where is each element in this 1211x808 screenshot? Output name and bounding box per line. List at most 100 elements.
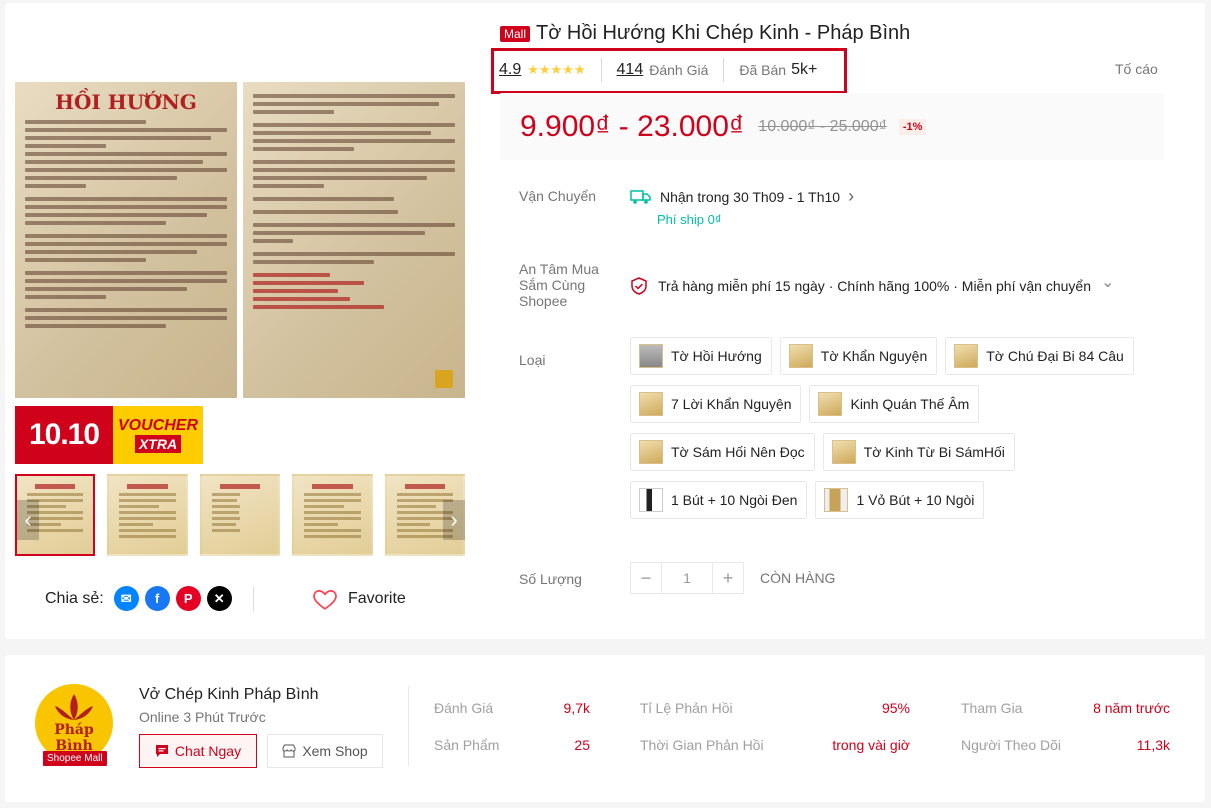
store-icon (282, 744, 296, 758)
variant-option[interactable]: Tờ Chú Đại Bi 84 Câu (945, 337, 1134, 375)
star-rating-icon: ★★★★★ (527, 62, 586, 77)
product-title: Tờ Hồi Hướng Khi Chép Kinh - Pháp Bình (536, 22, 911, 44)
variant-option-label: 1 Vỏ Bút + 10 Ngòi (856, 492, 975, 508)
promo-date: 10.10 (15, 406, 113, 464)
divider (723, 58, 725, 82)
shop-online-status: Online 3 Phút Trước (139, 709, 266, 725)
variant-option-label: Tờ Khẩn Nguyện (820, 348, 928, 364)
view-shop-button[interactable]: Xem Shop (267, 734, 383, 768)
variant-thumbnail (831, 440, 856, 464)
stock-status: CÒN HÀNG (760, 570, 836, 586)
variant-option-label: Tờ Kinh Từ Bi SámHối (863, 444, 1005, 460)
chat-now-button[interactable]: Chat Ngay (139, 734, 257, 768)
variant-option-label: Kinh Quán Thế Âm (850, 396, 970, 412)
rating-summary: 4.9 ★★★★★ 414 Đánh Giá Đã Bán 5k+ (499, 57, 817, 83)
chat-now-label: Chat Ngay (174, 743, 242, 759)
promo-xtra-text: XTRA (134, 435, 182, 453)
variant-label: Loại (519, 352, 546, 368)
mall-badge: Mall (500, 25, 531, 42)
variant-option-label: Tờ Chú Đại Bi 84 Câu (986, 348, 1124, 364)
sold-label: Đã Bán (739, 62, 787, 78)
variant-option[interactable]: Tờ Kinh Từ Bi SámHối (822, 433, 1015, 471)
truck-icon (630, 189, 651, 204)
variant-thumbnail (639, 344, 663, 368)
variant-option-label: 1 Bút + 10 Ngòi Đen (671, 492, 798, 508)
assurance-label: An Tâm Mua Sắm Cùng Shopee (519, 261, 599, 309)
shop-rating-value: 9,7k (563, 700, 590, 716)
variant-thumbnail (639, 392, 663, 416)
lotus-icon (55, 694, 93, 720)
shop-products-value[interactable]: 25 (530, 737, 590, 753)
original-price: 10.000₫ - 25.000₫ (758, 117, 887, 135)
quantity-stepper: − 1 + CÒN HÀNG (630, 562, 835, 594)
variant-option[interactable]: Tờ Khẩn Nguyện (779, 337, 938, 375)
shop-card (5, 655, 1205, 802)
thumbnail-prev-button[interactable]: ‹ (17, 500, 39, 540)
variant-thumbnail (639, 488, 663, 512)
main-image-title: HỒI HƯỚNG (55, 90, 197, 114)
response-rate-label: Tỉ Lệ Phản Hồi (640, 700, 733, 716)
thumbnail-4[interactable] (292, 474, 373, 556)
joined-label: Tham Gia (961, 700, 1023, 716)
favorite-button[interactable]: Favorite (312, 586, 406, 612)
variant-option[interactable]: Kinh Quán Thế Âm (809, 385, 980, 423)
shipping-label: Vận Chuyển (519, 188, 597, 204)
price-range: 9.900₫ - 23.000₫ (520, 109, 745, 143)
delivery-estimate: Nhận trong 30 Th09 - 1 Th10 (660, 188, 841, 205)
discount-badge: -1% (898, 118, 927, 135)
main-image-page-left: HỒI HƯỚNG (15, 82, 237, 398)
shopee-mall-tag: Shopee Mall (43, 751, 107, 766)
x-twitter-icon[interactable]: ✕ (206, 586, 232, 611)
shop-name[interactable]: Vở Chép Kinh Pháp Bình (139, 686, 319, 704)
thumbnail-next-button[interactable]: › (443, 500, 465, 540)
shipping-info[interactable]: Nhận trong 30 Th09 - 1 Th10 › (630, 186, 854, 207)
share-row: Chia sẻ: ✉ f P ✕ (45, 586, 232, 611)
thumbnail-3[interactable] (199, 474, 281, 556)
response-time-label: Thời Gian Phản Hồi (640, 737, 764, 753)
joined-value: 8 năm trước (1093, 700, 1170, 716)
chat-icon (155, 745, 168, 757)
sold-count: 5k+ (791, 61, 818, 78)
variant-option[interactable]: Tờ Sám Hối Nên Đọc (630, 433, 815, 471)
variant-thumbnail (788, 344, 813, 368)
quantity-increase-button[interactable]: + (712, 562, 744, 594)
favorite-label: Favorite (348, 590, 406, 607)
product-title-row: Mall Tờ Hồi Hướng Khi Chép Kinh - Pháp B… (500, 22, 910, 45)
messenger-icon[interactable]: ✉ (113, 586, 139, 611)
chevron-down-icon: ⌄ (1100, 274, 1115, 291)
shop-products-label: Sản Phẩm (434, 737, 500, 753)
quantity-decrease-button[interactable]: − (630, 562, 662, 594)
chevron-right-icon: › (848, 186, 855, 206)
voucher-xtra-banner[interactable]: 10.10 VOUCHER XTRA (15, 406, 203, 464)
view-shop-label: Xem Shop (302, 743, 368, 759)
variant-option[interactable]: Tờ Hồi Hướng (630, 337, 772, 375)
variant-thumbnail (818, 392, 843, 416)
quantity-label: Số Lượng (519, 571, 582, 587)
response-rate-value: 95% (881, 700, 910, 716)
pinterest-icon[interactable]: P (175, 586, 201, 611)
shipping-fee: Phí ship 0₫ (657, 212, 722, 227)
variant-option-label: Tờ Hồi Hướng (671, 348, 762, 364)
variant-thumbnail (639, 440, 663, 464)
variant-options: Tờ Hồi Hướng Tờ Khẩn Nguyện Tờ Chú Đại B… (630, 337, 1140, 519)
variant-option[interactable]: 7 Lời Khẩn Nguyện (630, 385, 802, 423)
promo-voucher-text: VOUCHER (117, 417, 198, 434)
assurance-info[interactable]: Trả hàng miễn phí 15 ngày · Chính hãng 1… (630, 274, 1114, 296)
response-time-value: trong vài giờ (832, 737, 910, 753)
shield-check-icon (631, 277, 647, 295)
review-count[interactable]: 414 (617, 61, 644, 79)
followers-value: 11,3k (1136, 737, 1170, 753)
facebook-icon[interactable]: f (144, 586, 170, 611)
assurance-text: Trả hàng miễn phí 15 ngày · Chính hãng 1… (658, 278, 1091, 294)
price-section: 9.900₫ - 23.000₫ 10.000₫ - 25.000₫ -1% (500, 93, 1164, 160)
variant-option[interactable]: 1 Bút + 10 Ngòi Đen (630, 481, 808, 519)
rating-value[interactable]: 4.9 (499, 61, 521, 79)
product-main-image[interactable]: HỒI HƯỚNG (15, 82, 465, 398)
variant-option[interactable]: 1 Vỏ Bút + 10 Ngòi (815, 481, 985, 519)
share-divider (253, 586, 254, 612)
heart-icon (313, 590, 337, 610)
report-link[interactable]: Tố cáo (1115, 61, 1158, 77)
shop-rating-label: Đánh Giá (434, 700, 494, 716)
thumbnail-2[interactable] (107, 474, 188, 556)
quantity-input[interactable]: 1 (662, 562, 712, 594)
